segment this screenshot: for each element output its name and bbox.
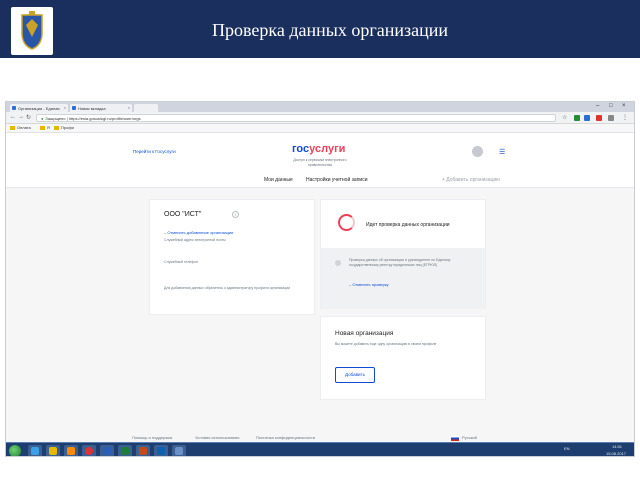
privacy-link[interactable]: Политика конфиденциальности: [256, 435, 315, 440]
clock-date[interactable]: 15.08.2017: [606, 451, 626, 456]
back-to-gosuslugi-link[interactable]: Перейти к Госуслуги: [133, 149, 176, 154]
minimize-icon[interactable]: –: [596, 103, 599, 109]
favicon-icon: [72, 106, 76, 110]
bookmark-item[interactable]: Я: [40, 125, 50, 130]
admin-note: Для добавления данных обратитесь к админ…: [164, 286, 291, 290]
back-arrow-icon[interactable]: ←: [10, 114, 16, 120]
check-notice: Проверка данных об организации и руковод…: [349, 258, 451, 267]
browser-tab[interactable]: Новая вкладка ×: [70, 104, 132, 112]
word-icon[interactable]: [100, 445, 114, 456]
notice-box: Проверка данных об организации и руковод…: [321, 248, 485, 309]
ie-icon[interactable]: [28, 445, 42, 456]
extension-icon[interactable]: [574, 115, 580, 121]
organization-card: ООО "ИСТ" i – Отменить добавление органи…: [149, 199, 315, 315]
check-status-card: Идет проверка данных организации Проверк…: [320, 199, 486, 309]
organization-name: ООО "ИСТ": [164, 211, 202, 218]
language-select[interactable]: Русский: [462, 435, 477, 440]
emblem-icon: [11, 7, 53, 55]
help-link[interactable]: Помощь и поддержка: [132, 435, 172, 440]
close-icon[interactable]: ×: [64, 105, 66, 110]
terms-link[interactable]: Условия использования: [195, 435, 239, 440]
slide-header: Проверка данных организации: [0, 0, 640, 58]
secure-label: Защищено: [45, 116, 66, 121]
new-organization-card: Новая организация Вы можете добавить еще…: [320, 316, 486, 400]
chrome-icon[interactable]: [82, 445, 96, 456]
maximize-icon[interactable]: □: [609, 103, 613, 109]
site-header: Перейти к Госуслуги госуслуги Доступ к с…: [6, 133, 634, 188]
powerpoint-icon[interactable]: [136, 445, 150, 456]
close-window-icon[interactable]: ×: [622, 103, 626, 109]
new-org-title: Новая организация: [335, 330, 394, 337]
outlook-icon[interactable]: [154, 445, 168, 456]
check-title: Идет проверка данных организации: [366, 222, 450, 228]
slide-title: Проверка данных организации: [212, 20, 448, 40]
tab-bar: Организации - Единая × Новая вкладка × –…: [6, 102, 634, 112]
folder-icon: [40, 125, 45, 130]
extension-icon[interactable]: [608, 115, 614, 121]
url-text: https://esia.gosuslugi.ru/profile/user/o…: [68, 116, 141, 121]
extension-icon[interactable]: [584, 115, 590, 121]
taskbar: EN 14:51 15.08.2017: [6, 442, 634, 456]
cancel-adding-link[interactable]: – Отменить добавление организации: [164, 230, 233, 235]
info-icon[interactable]: i: [232, 211, 239, 218]
media-icon[interactable]: [64, 445, 78, 456]
lock-icon: ●: [41, 116, 44, 121]
start-icon[interactable]: [9, 445, 21, 456]
excel-icon[interactable]: [118, 445, 132, 456]
bookmark-item[interactable]: Профи: [54, 125, 74, 130]
avatar-icon[interactable]: [472, 146, 483, 157]
url-input[interactable]: ● Защищено | https://esia.gosuslugi.ru/pr…: [36, 114, 556, 122]
extension-icon[interactable]: [596, 115, 602, 121]
russian-flag-icon: [451, 436, 459, 441]
gosuslugi-logo[interactable]: госуслуги: [292, 143, 345, 155]
coat-of-arms-icon: [21, 11, 43, 50]
explorer-icon[interactable]: [46, 445, 60, 456]
tab-label: Новая вкладка: [78, 106, 106, 111]
keyboard-language[interactable]: EN: [564, 446, 570, 451]
clock-time[interactable]: 14:51: [612, 444, 622, 449]
nav-my-data[interactable]: Мои данные: [264, 177, 293, 183]
spinner-icon: [338, 214, 355, 231]
app-icon[interactable]: [172, 445, 186, 456]
browser-screenshot: Организации - Единая × Новая вкладка × –…: [5, 101, 635, 457]
favicon-icon: [12, 106, 16, 110]
bookmark-item[interactable]: Оплата: [10, 125, 31, 130]
menu-icon[interactable]: ☰: [499, 148, 505, 156]
add-button[interactable]: Добавить: [335, 367, 375, 383]
add-organization-link[interactable]: + Добавить организацию: [442, 177, 500, 183]
browser-tab[interactable]: Организации - Единая ×: [10, 104, 68, 112]
reload-icon[interactable]: ↻: [26, 114, 31, 121]
info-icon: [335, 260, 341, 266]
star-icon[interactable]: ☆: [562, 114, 567, 121]
phone-note: Служебный телефон: [164, 260, 199, 264]
close-icon[interactable]: ×: [128, 105, 130, 110]
folder-icon: [10, 125, 15, 130]
tab-label: Организации - Единая: [18, 106, 60, 111]
bookmarks-bar: Оплата Я Профи: [6, 124, 634, 133]
new-org-text: Вы можете добавить еще одну организацию …: [335, 342, 437, 346]
logo-subtitle: Доступ к сервисам электронного правитель…: [293, 158, 347, 167]
folder-icon: [54, 125, 59, 130]
cancel-check-link[interactable]: – Отменить проверку: [349, 282, 389, 287]
forward-arrow-icon[interactable]: →: [18, 114, 24, 120]
address-bar: ← → ↻ ● Защищено | https://esia.gosuslugi…: [6, 112, 634, 124]
email-note: Служебный адрес электронной почты: [164, 238, 226, 242]
new-tab-button[interactable]: [134, 104, 158, 112]
nav-account-settings[interactable]: Настройки учетной записи: [306, 177, 368, 183]
menu-dots-icon[interactable]: ⋮: [622, 114, 628, 121]
